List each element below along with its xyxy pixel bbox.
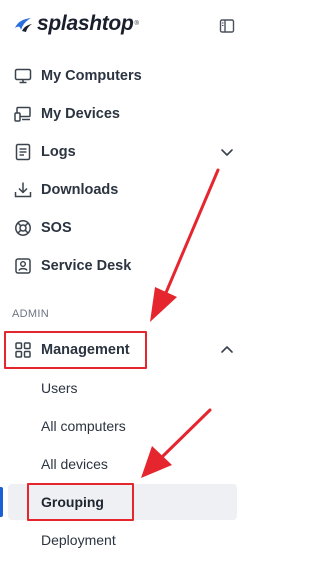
monitor-icon <box>14 67 32 85</box>
admin-section-label: ADMIN <box>12 308 49 320</box>
brand-trademark: ® <box>134 21 139 27</box>
log-icon <box>14 143 32 161</box>
nav-item-service-desk[interactable]: Service Desk <box>0 247 252 285</box>
nav-item-logs[interactable]: Logs <box>0 133 252 171</box>
service-desk-icon <box>14 257 32 275</box>
sub-item-users[interactable]: Users <box>0 371 252 405</box>
sub-item-all-devices[interactable]: All devices <box>0 447 252 481</box>
nav-label: Downloads <box>41 182 119 198</box>
splashtop-logo[interactable]: splashtop ® <box>12 13 139 35</box>
sub-item-deployment[interactable]: Deployment <box>0 523 252 557</box>
nav-label: Service Desk <box>41 258 132 274</box>
sub-item-label: Deployment <box>41 532 116 548</box>
nav-item-sos[interactable]: SOS <box>0 209 252 247</box>
lifebuoy-icon <box>14 219 32 237</box>
sidebar-header: splashtop ® <box>0 0 264 50</box>
download-icon <box>14 181 32 199</box>
splashtop-logo-icon <box>15 18 32 32</box>
sidebar-collapse-icon <box>219 19 235 33</box>
nav-item-my-devices[interactable]: My Devices <box>0 95 252 133</box>
nav-item-downloads[interactable]: Downloads <box>0 171 252 209</box>
nav-label: SOS <box>41 220 72 236</box>
sub-item-all-computers[interactable]: All computers <box>0 409 252 443</box>
grid-icon <box>14 341 32 359</box>
nav-label: Management <box>41 342 130 358</box>
devices-icon <box>14 105 32 123</box>
nav-item-my-computers[interactable]: My Computers <box>0 57 252 95</box>
brand-name: splashtop <box>37 12 134 35</box>
nav-label: My Computers <box>41 68 142 84</box>
nav-item-management[interactable]: Management <box>0 331 252 369</box>
sidebar-collapse-button[interactable] <box>217 16 237 36</box>
nav-label: My Devices <box>41 106 120 122</box>
sub-item-label: All computers <box>41 418 126 434</box>
sub-item-label: All devices <box>41 456 108 472</box>
chevron-up-icon[interactable] <box>219 342 235 358</box>
sub-item-label: Users <box>41 380 78 396</box>
sub-item-grouping[interactable]: Grouping <box>0 485 252 519</box>
sub-item-label: Grouping <box>41 494 104 510</box>
chevron-down-icon[interactable] <box>219 144 235 160</box>
nav-label: Logs <box>41 144 76 160</box>
